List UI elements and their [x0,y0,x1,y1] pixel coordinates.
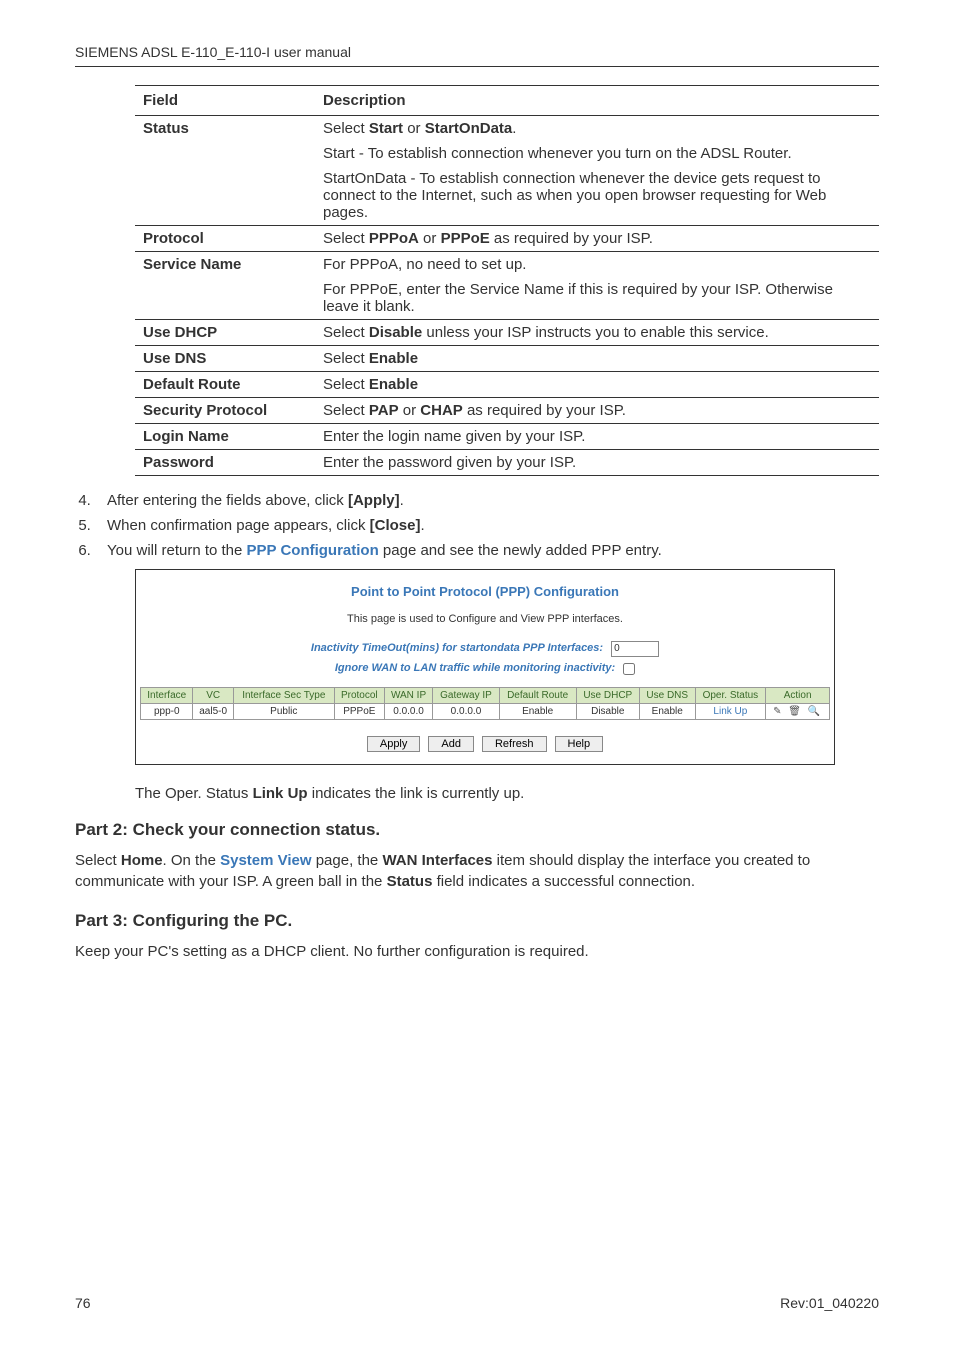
help-button[interactable]: Help [555,736,604,752]
cell-gwip: 0.0.0.0 [433,703,499,719]
ppp-grid: InterfaceVCInterface Sec TypeProtocolWAN… [140,687,830,720]
field-name: Password [135,450,315,476]
cell-oper-status[interactable]: Link Up [695,703,766,719]
header-rule [75,66,879,67]
cell-sec: Public [233,703,334,719]
field-name: Default Route [135,372,315,398]
apply-button[interactable]: Apply [367,736,421,752]
field-desc: For PPPoA, no need to set up. [315,252,879,278]
cell-dhcp: Disable [576,703,639,719]
page-header: SIEMENS ADSL E-110_E-110-I user manual [75,44,879,60]
field-desc: Enter the password given by your ISP. [315,450,879,476]
ppp-configuration-link[interactable]: PPP Configuration [247,542,379,559]
part3-text: Keep your PC's setting as a DHCP client.… [75,941,879,963]
grid-header: WAN IP [384,687,432,703]
grid-header: Action [766,687,830,703]
cell-dns: Enable [639,703,695,719]
field-desc: Select Start or StartOnData. [315,116,879,142]
grid-header: Oper. Status [695,687,766,703]
field-name: Use DNS [135,346,315,372]
col-field: Field [135,86,315,116]
field-desc: StartOnData - To establish connection wh… [315,166,879,226]
field-desc: Select Enable [315,372,879,398]
field-name: Use DHCP [135,320,315,346]
col-description: Description [315,86,879,116]
oper-status-note: The Oper. Status Link Up indicates the l… [135,785,879,802]
steps-list: After entering the fields above, click [… [95,492,879,559]
field-name: Status [135,116,315,142]
grid-header: VC [193,687,233,703]
field-name: Protocol [135,226,315,252]
step-item: When confirmation page appears, click [C… [95,517,879,534]
revision: Rev:01_040220 [780,1295,879,1311]
field-desc: Start - To establish connection whenever… [315,141,879,166]
page-number: 76 [75,1295,91,1311]
grid-header: Default Route [499,687,576,703]
cell-proto: PPPoE [334,703,384,719]
step-item: You will return to the PPP Configuration… [95,542,879,559]
field-desc: Enter the login name given by your ISP. [315,424,879,450]
ppp-config-screenshot: Point to Point Protocol (PPP) Configurat… [135,569,835,765]
field-desc: For PPPoE, enter the Service Name if thi… [315,277,879,320]
cell-vc: aal5-0 [193,703,233,719]
grid-header: Use DNS [639,687,695,703]
refresh-button[interactable]: Refresh [482,736,547,752]
table-row: ppp-0 aal5-0 Public PPPoE 0.0.0.0 0.0.0.… [141,703,830,719]
part3-heading: Part 3: Configuring the PC. [75,911,879,931]
part2-heading: Part 2: Check your connection status. [75,820,879,840]
field-desc: Select Enable [315,346,879,372]
cell-wanip: 0.0.0.0 [384,703,432,719]
shot-subtitle: This page is used to Configure and View … [140,613,830,625]
ignore-wan-checkbox[interactable] [623,663,635,675]
field-description-table: Field Description StatusSelect Start or … [135,85,879,476]
part2-text: Select Home. On the System View page, th… [75,850,879,894]
grid-header: Gateway IP [433,687,499,703]
field-desc: Select PPPoA or PPPoE as required by you… [315,226,879,252]
field-name [135,141,315,166]
ignore-wan-label: Ignore WAN to LAN traffic while monitori… [335,659,615,679]
button-row: Apply Add Refresh Help [140,734,830,752]
field-name [135,277,315,320]
field-name: Service Name [135,252,315,278]
field-name: Security Protocol [135,398,315,424]
field-desc: Select Disable unless your ISP instructs… [315,320,879,346]
cell-droute: Enable [499,703,576,719]
field-name: Login Name [135,424,315,450]
system-view-link[interactable]: System View [220,852,311,869]
grid-header: Use DHCP [576,687,639,703]
shot-title: Point to Point Protocol (PPP) Configurat… [140,584,830,599]
add-button[interactable]: Add [428,736,474,752]
inactivity-timeout-input[interactable] [611,641,659,657]
inactivity-timeout-label: Inactivity TimeOut(mins) for startondata… [311,639,603,659]
cell-action-icons[interactable]: ✎ 🗑 🔍 [766,703,830,719]
grid-header: Interface Sec Type [233,687,334,703]
page-footer: 76 Rev:01_040220 [75,1295,879,1311]
cell-interface: ppp-0 [141,703,193,719]
field-name [135,166,315,226]
field-desc: Select PAP or CHAP as required by your I… [315,398,879,424]
grid-header: Protocol [334,687,384,703]
step-item: After entering the fields above, click [… [95,492,879,509]
grid-header: Interface [141,687,193,703]
